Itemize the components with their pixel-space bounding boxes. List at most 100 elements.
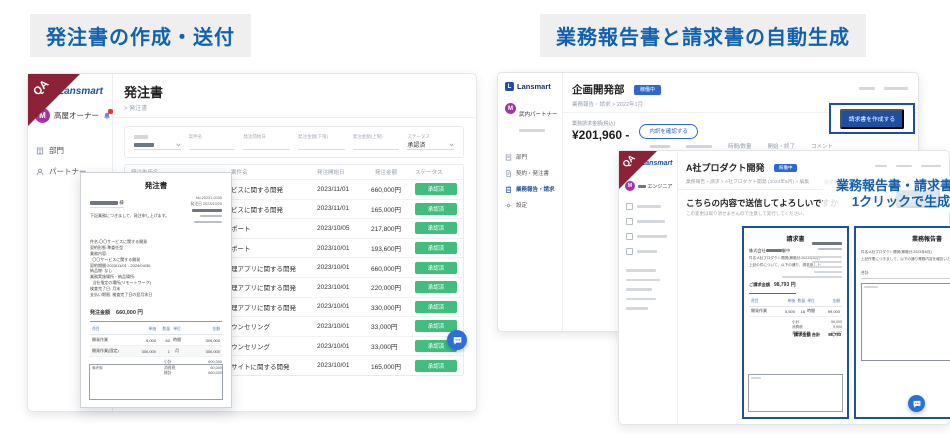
filter-field-project-name[interactable]: 案件名 [188, 134, 236, 150]
purchase-order-document: 発注書 様 No.20231-0035 発注日 2023/10/25 下記業務に… [80, 172, 232, 408]
user-name: 武内パートナー [519, 112, 558, 118]
screenshot-canvas: 発注書の作成・送付 QA Lansmart M 高屋オーナー 部門 パートナー … [0, 0, 950, 434]
user-profile[interactable]: M 武内パートナー [498, 91, 562, 139]
report-content-box [861, 283, 950, 361]
sidebar-nav: 部門 契約・発注書 業務報告・請求 設定 [498, 149, 562, 213]
invoice-items-body: 開発作業 5,500 18 時間 99,000 [749, 306, 842, 317]
annotation-caption: 業務報告書・請求書を 1クリックで生成 [823, 176, 950, 212]
left-section-title: 発注書の作成・送付 [30, 14, 251, 57]
notification-bell-icon[interactable] [103, 108, 113, 120]
status-badge: 承認済 [415, 261, 457, 274]
doc-title: 発注書 [144, 181, 168, 190]
column-header-amount: 発注金額 [374, 170, 397, 176]
status-badge: 稼働中 [773, 164, 798, 172]
status-select-value: 承認済 [407, 143, 426, 149]
doc-notes-box: 備考欄 [89, 364, 223, 400]
filter-field-order-start-date[interactable]: 発注開始日 [243, 134, 291, 150]
annotation-highlight-box: 請求書を作成する [829, 103, 915, 134]
logo-mark-icon: L [505, 82, 514, 91]
filter-bar: 案件名 発注開始日 発注金額(下限) 発注金額(上限) ステータス 承認済 [124, 126, 464, 158]
page-title: 発注書 [124, 85, 164, 100]
report-greeting: 上記作業につきまして、以下の通り業務内容を報告いたします。 [861, 257, 950, 261]
sidebar-item-department[interactable]: 部門 [28, 140, 112, 161]
status-badge: 承認済 [415, 183, 457, 196]
filter-field-amount-max[interactable]: 発注金額(上限) [352, 134, 400, 150]
sidebar-item-label: 部門 [49, 146, 64, 155]
invoice-preview: 請求書 株式会社 御中 件名:A社プロダクト開発(稼働分:2023年6月) 上記の… [742, 226, 849, 419]
doc-terms: 件名:〇〇サービスに関する開発 契約形態:準委任型 業務内容: 〇〇サービスに関する… [90, 239, 153, 297]
status-badge: 承認済 [415, 281, 457, 294]
column-header-project: 案件名 [231, 170, 248, 176]
invoice-items-table: 費目 単価 数量 単位 金額 開発作業 5,500 18 時間 99,000 [749, 298, 842, 317]
report-subject: 件名:A社プロダクト開発(稼働分:2023年6月) [861, 250, 932, 254]
invoice-item-row: 開発作業 5,500 18 時間 99,000 [749, 306, 842, 317]
column-header-start-end: 開始・終了 [767, 144, 796, 150]
doc-items-table: 費目 単価 数量 単位 金額 開発作業 5,000 60 時間 300,000 [90, 325, 222, 358]
chat-icon [452, 335, 463, 346]
menu-icon [626, 203, 633, 210]
doc-meta: No.20231-0035 発注日 2023/10/25 [191, 195, 222, 225]
column-header-comment: コメント [811, 144, 834, 150]
report-preview: 業務報告書 件名:A社プロダクト開発(稼働分:2023年6月) 上記作業につきま… [854, 226, 950, 419]
sidebar-item[interactable] [626, 248, 667, 255]
column-header-start-date: 発注開始日 [317, 170, 345, 176]
breadcrumb[interactable]: > 発注書 [124, 103, 464, 112]
qa-ribbon-label: QA [620, 152, 638, 170]
column-header-status: ステータス [415, 170, 443, 176]
menu-icon [626, 233, 633, 240]
document-icon [505, 169, 512, 177]
status-badge: 承認済 [415, 359, 457, 372]
filter-field-amount-min[interactable]: 発注金額(下限) [298, 134, 345, 150]
billing-amount-value: ¥201,960 - [572, 128, 630, 142]
send-confirmation-window: QA Lansmart M エンジニア A社プロダクト開発 稼働中 業務報告・請… [618, 150, 950, 425]
sidebar: Lansmart M エンジニア [619, 151, 678, 424]
invoice-meta [782, 241, 842, 279]
building-icon [505, 154, 512, 161]
app-logo: L Lansmart [498, 73, 562, 91]
main-content: A社プロダクト開発 稼働中 業務報告・請求 > A社プロダクト開発 (2023年… [677, 151, 950, 424]
sidebar-item-contracts[interactable]: 契約・発注書 [498, 165, 562, 181]
sidebar-item-department[interactable]: 部門 [498, 149, 562, 165]
sidebar-item-reports-billing[interactable]: 業務報告・請求 [498, 181, 562, 197]
qa-ribbon: QA [28, 74, 80, 126]
report-total-row: 合計 18時間 [861, 270, 950, 279]
menu-icon [626, 218, 633, 225]
chat-button[interactable] [908, 395, 925, 412]
building-icon [36, 147, 44, 155]
sidebar-nav [626, 203, 667, 263]
qa-ribbon: QA [619, 151, 657, 189]
doc-items-body: 開発作業 5,000 60 時間 300,000 開発作業(固定) 300,00… [90, 335, 222, 358]
user-avatar: M [505, 103, 516, 114]
sidebar-item[interactable] [626, 203, 667, 210]
column-header-hours: 時間/数量 [728, 144, 752, 150]
doc-item-row: 開発作業 5,000 60 時間 300,000 [90, 335, 222, 347]
report-table-header: 時間/数量 開始・終了 コメント [650, 142, 833, 150]
page-title: A社プロダクト開発 [686, 163, 765, 173]
filter-field-status[interactable]: ステータス 承認済 [407, 134, 455, 150]
status-badge: 承認済 [415, 300, 457, 313]
sidebar-item-settings[interactable]: 設定 [498, 197, 562, 213]
invoice-grand-total: 請求金額 合計 98,793 [793, 332, 841, 337]
sidebar-footer-links [626, 269, 660, 317]
doc-amount-line: 発注金額 660,000 円 [90, 301, 222, 323]
status-badge: 承認済 [415, 242, 457, 255]
gear-icon [505, 202, 512, 209]
invoice-notes-box [748, 374, 843, 412]
sidebar-item[interactable] [626, 233, 667, 240]
menu-icon [626, 248, 633, 255]
filter-field-department[interactable] [134, 134, 181, 150]
billing-amount-label: 業務請求金額(税込) [572, 121, 616, 127]
right-section-title: 業務報告書と請求書の自動生成 [540, 14, 866, 57]
doc-item-row: 開発作業(固定) 300,000 1 月 300,000 [90, 346, 222, 358]
create-invoice-button[interactable]: 請求書を作成する [839, 108, 905, 129]
status-badge: 稼働中 [633, 84, 661, 95]
status-badge: 承認済 [415, 202, 457, 215]
view-breakdown-button[interactable]: 内訳を確認する [639, 123, 698, 139]
chat-button[interactable] [447, 330, 467, 350]
page-title: 企画開発部 [572, 84, 625, 96]
sidebar-item[interactable] [626, 218, 667, 225]
page-header: 発注書 > 発注書 [112, 74, 476, 118]
sidebar: L Lansmart M 武内パートナー 部門 契約・発注書 業務報告・請求 設… [498, 73, 563, 331]
chevron-down-icon [449, 142, 454, 147]
report-title: 業務報告書 [911, 237, 942, 243]
